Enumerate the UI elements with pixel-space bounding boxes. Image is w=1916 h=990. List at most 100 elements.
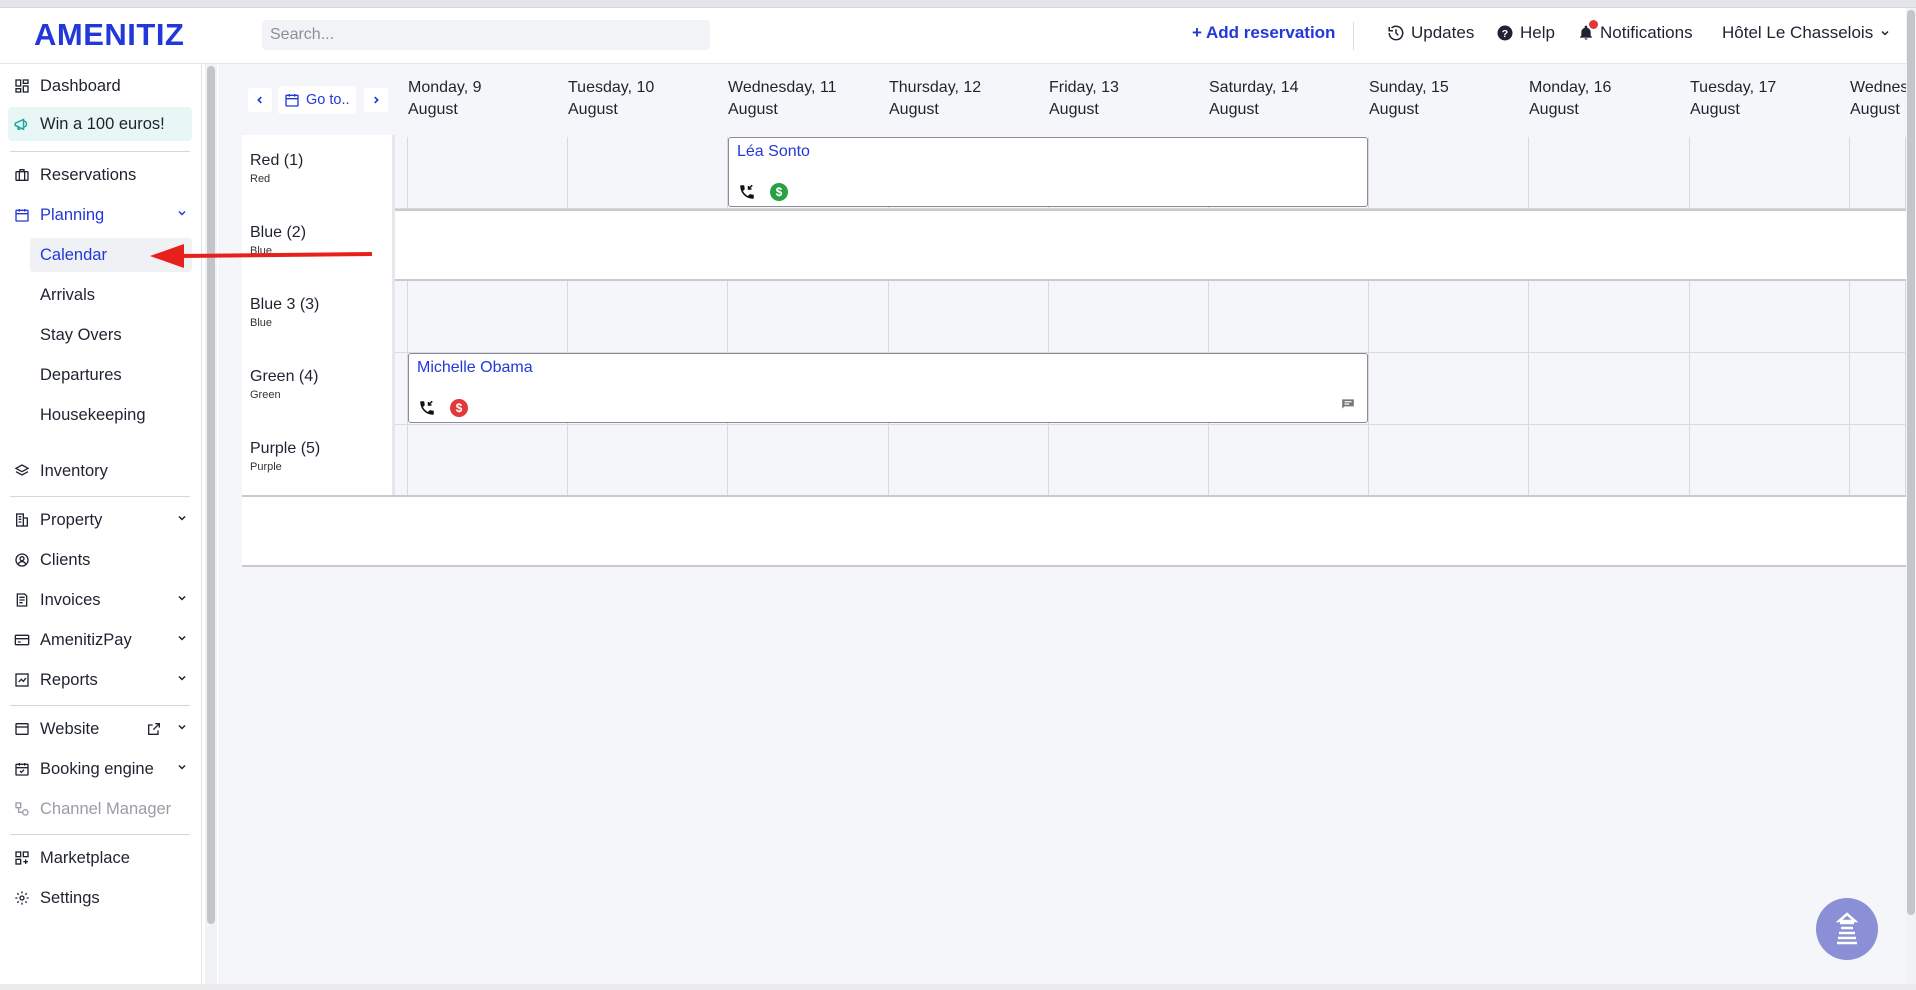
sidebar-item-invoices[interactable]: Invoices [0, 583, 202, 617]
updates-button[interactable]: Updates [1387, 23, 1474, 43]
sidebar-label: Property [40, 510, 103, 529]
chevron-down-icon [178, 675, 186, 681]
calendar-cell[interactable] [1369, 137, 1529, 209]
guest-name: Michelle Obama [417, 359, 533, 376]
reservation-card[interactable]: Michelle Obama $ [408, 353, 1368, 423]
payment-status-icon: $ [450, 399, 468, 417]
external-link-icon[interactable] [146, 721, 162, 737]
add-reservation-button[interactable]: + Add reservation [1192, 23, 1335, 43]
gear-icon [12, 888, 32, 908]
calendar-cell[interactable] [1850, 137, 1906, 209]
chevron-left-icon [257, 96, 262, 104]
sidebar-item-amenitizpay[interactable]: AmenitizPay [0, 623, 202, 657]
search-input[interactable] [262, 20, 710, 50]
sidebar-divider [10, 705, 190, 706]
calendar-cell[interactable] [1049, 281, 1209, 353]
day-label: Tuesday, 10 [568, 79, 655, 96]
amenitiz-logo[interactable]: AMENITIZ [34, 17, 184, 53]
sidebar-item-reports[interactable]: Reports [0, 663, 202, 697]
sidebar-item-arrivals[interactable]: Arrivals [0, 278, 202, 312]
sidebar-item-planning[interactable]: Planning [0, 198, 202, 232]
calendar-cell[interactable] [1209, 281, 1369, 353]
calendar-cell[interactable] [1690, 281, 1850, 353]
help-button[interactable]: ? Help [1496, 23, 1555, 43]
bell-icon [1578, 20, 1598, 42]
room-name: Purple (5) [250, 440, 321, 457]
next-week-button[interactable] [364, 88, 388, 112]
room-label-blue-3[interactable]: Blue 3 (3) Blue [250, 296, 319, 329]
client-icon [12, 550, 32, 570]
browser-top-strip [0, 0, 1916, 8]
sidebar-item-settings[interactable]: Settings [0, 881, 202, 915]
sidebar-item-reservations[interactable]: Reservations [0, 158, 202, 192]
calendar-cell[interactable] [1529, 353, 1690, 425]
history-icon [1388, 25, 1404, 41]
hotel-selector[interactable]: Hôtel Le Chasselois [1722, 23, 1891, 43]
calendar-icon [285, 94, 299, 107]
sidebar-item-property[interactable]: Property [0, 503, 202, 537]
calendar-cell[interactable] [1369, 281, 1529, 353]
calendar-cell[interactable] [408, 137, 568, 209]
day-header: Tuesday, 17 August [1690, 77, 1776, 121]
calendar-cell[interactable] [1049, 425, 1209, 497]
month-label: August [1850, 101, 1900, 118]
channel-icon [12, 799, 32, 819]
calendar-cell[interactable] [1369, 353, 1529, 425]
sidebar-label: Departures [40, 365, 122, 384]
day-label: Friday, 13 [1049, 79, 1119, 96]
room-type: Blue [250, 317, 273, 329]
calendar-cell[interactable] [1690, 353, 1850, 425]
day-label: Monday, 16 [1529, 79, 1612, 96]
calendar-cell[interactable] [1850, 353, 1906, 425]
calendar-cell[interactable] [1529, 137, 1690, 209]
calendar-cell[interactable] [1529, 425, 1690, 497]
sidebar-item-website[interactable]: Website [0, 712, 202, 746]
support-chat-button[interactable] [1816, 898, 1878, 960]
room-row-blue-collapsed[interactable] [395, 209, 1906, 281]
calendar-cell[interactable] [889, 425, 1049, 497]
room-label-red[interactable]: Red (1) Red [250, 152, 303, 185]
calendar-cell[interactable] [1529, 281, 1690, 353]
calendar-cell[interactable] [408, 281, 568, 353]
day-label: Wednesday, 11 [728, 79, 837, 96]
calendar-cell[interactable] [1850, 425, 1906, 497]
sidebar-item-housekeeping[interactable]: Housekeeping [0, 398, 202, 432]
help-icon: ? [1497, 25, 1513, 41]
calendar-cell[interactable] [1690, 137, 1850, 209]
calendar-cell[interactable] [1369, 425, 1529, 497]
calendar-cell[interactable] [889, 281, 1049, 353]
calendar-cell[interactable] [568, 137, 728, 209]
sidebar-item-booking-engine[interactable]: Booking engine [0, 752, 202, 786]
day-label: Monday, 9 [408, 79, 482, 96]
calendar-cell[interactable] [568, 281, 728, 353]
sidebar-label: Dashboard [40, 76, 121, 95]
calendar-cell[interactable] [728, 425, 889, 497]
prev-week-button[interactable] [248, 88, 272, 112]
sidebar-item-stay-overs[interactable]: Stay Overs [0, 318, 202, 352]
page-scrollbar-thumb[interactable] [1907, 10, 1915, 915]
calendar-cell[interactable] [568, 425, 728, 497]
calendar-cell[interactable] [1209, 425, 1369, 497]
calendar-cell[interactable] [728, 281, 889, 353]
room-label-green[interactable]: Green (4) Green [250, 368, 318, 401]
calendar-cell[interactable] [408, 425, 568, 497]
room-label-purple[interactable]: Purple (5) Purple [250, 440, 320, 473]
sidebar-item-dashboard[interactable]: Dashboard [0, 69, 202, 103]
suitcase-icon [12, 165, 32, 185]
reservation-card[interactable]: Léa Sonto $ [728, 137, 1368, 207]
sidebar-item-marketplace[interactable]: Marketplace [0, 841, 202, 875]
sidebar-item-departures[interactable]: Departures [0, 358, 202, 392]
month-label: August [408, 101, 458, 118]
month-label: August [728, 101, 778, 118]
sidebar-scrollbar-thumb[interactable] [207, 66, 215, 924]
sidebar-item-promo[interactable]: Win a 100 euros! [8, 107, 192, 141]
notifications-button[interactable]: Notifications [1578, 20, 1693, 43]
calendar-cell[interactable] [1690, 425, 1850, 497]
day-label: Saturday, 14 [1209, 79, 1299, 96]
sidebar-label: Housekeeping [40, 405, 146, 424]
calendar-cell[interactable] [1850, 281, 1906, 353]
sidebar-item-clients[interactable]: Clients [0, 543, 202, 577]
sidebar-label: Reservations [40, 165, 137, 184]
sidebar-item-inventory[interactable]: Inventory [0, 454, 202, 488]
goto-date-button[interactable]: Go to.. [278, 86, 356, 114]
